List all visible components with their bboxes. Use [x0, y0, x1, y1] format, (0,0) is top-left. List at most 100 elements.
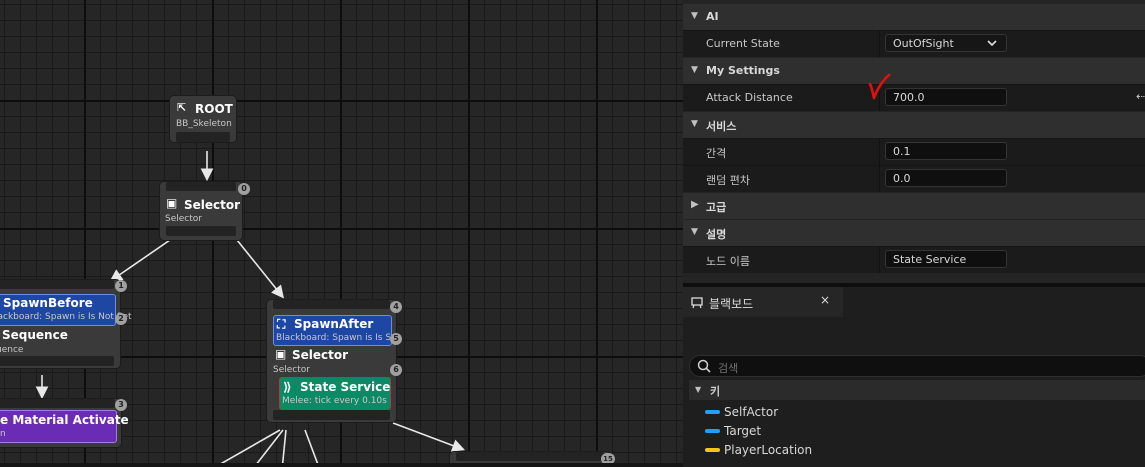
column-splitter[interactable]	[879, 247, 880, 273]
state-service[interactable]: ⟫ State Service Melee: tick every 0.10s	[279, 377, 391, 410]
key-label: PlayerLocation	[724, 443, 813, 457]
section-ai-label: AI	[706, 10, 719, 23]
interval-input[interactable]: 0.1	[885, 142, 1007, 160]
blackboard-key-target[interactable]: Target	[689, 422, 1145, 441]
spawnbefore-title: SpawnBefore	[3, 296, 93, 310]
right-branch-output-pin[interactable]	[273, 410, 390, 420]
vector-key-type-icon	[705, 448, 720, 452]
right-branch-input-pin[interactable]	[273, 300, 390, 309]
left-branch-input-pin[interactable]	[0, 280, 114, 289]
left-branch-node[interactable]: SpawnBefore lackboard: Spawn is Is Not S…	[0, 280, 132, 368]
column-splitter[interactable]	[879, 166, 880, 192]
selector-main-title: Selector	[184, 198, 241, 212]
wire-right-child-3	[281, 429, 287, 463]
wire-right-child-2	[256, 429, 284, 463]
left-branch-output-pin[interactable]	[0, 356, 114, 366]
object-key-type-icon	[705, 429, 720, 433]
column-splitter[interactable]	[879, 139, 880, 165]
prop-node-name: 노드 이름 State Service	[683, 246, 1145, 273]
details-panel: ▼ AI Current State OutOfSight ▼ My Setti…	[683, 0, 1145, 283]
spawnafter-decorator[interactable]: ⛶ SpawnAfter Blackboard: Spawn is Is Set	[273, 315, 400, 346]
state-service-subtitle: Melee: tick every 0.10s	[282, 396, 387, 406]
wire-right-child-4	[392, 422, 465, 452]
material-activate-title: e Material Activate	[0, 413, 129, 427]
wire-selector-right	[236, 239, 285, 299]
wire-right-child-5	[304, 429, 319, 463]
right-branch-node[interactable]: ⛶ SpawnAfter Blackboard: Spawn is Is Set…	[267, 300, 400, 422]
node-name-input[interactable]: State Service	[885, 250, 1007, 268]
selector-main-node[interactable]: ▣ Selector Selector	[160, 182, 242, 240]
spawnafter-order-badge: 5	[390, 333, 402, 345]
selector-main-order-badge: 0	[238, 183, 250, 195]
root-output-pin[interactable]	[176, 132, 230, 142]
collapse-arrow-icon[interactable]: ▼	[691, 65, 698, 75]
spawnafter-title: SpawnAfter	[294, 317, 374, 331]
material-activate-task[interactable]: e Material Activate n	[0, 410, 129, 443]
keys-section-header[interactable]: ▼ 키	[689, 380, 1145, 400]
spawnafter-subtitle: Blackboard: Spawn is Is Set	[276, 333, 401, 343]
section-my-settings-label: My Settings	[706, 64, 780, 77]
right-selector-subtitle: Selector	[273, 365, 310, 375]
material-activate-node[interactable]: e Material Activate n	[0, 399, 129, 447]
random-deviation-input[interactable]: 0.0	[885, 169, 1007, 187]
sequence-subtitle: uence	[0, 345, 24, 355]
material-activate-order-badge: 3	[115, 399, 127, 411]
collapse-arrow-icon[interactable]: ▼	[695, 385, 701, 394]
attack-distance-input[interactable]: 700.0	[885, 88, 1007, 106]
section-description[interactable]: ▼ 설명	[683, 220, 1145, 246]
blackboard-tab[interactable]: 블랙보드 ×	[683, 287, 843, 317]
prop-current-state: Current State OutOfSight	[683, 30, 1145, 57]
expand-arrow-icon[interactable]: ▶	[691, 199, 699, 210]
reset-arrow-icon[interactable]: ⇠	[1136, 90, 1145, 103]
section-ai[interactable]: ▼ AI	[683, 4, 1145, 30]
chevron-down-icon	[986, 37, 998, 56]
section-description-label: 설명	[706, 228, 727, 241]
spawnbefore-decorator[interactable]: SpawnBefore lackboard: Spawn is Is Not S…	[0, 294, 132, 326]
right-selector-order-badge: 6	[390, 364, 402, 376]
right-selector-title: Selector	[292, 348, 349, 362]
prop-current-state-label: Current State	[706, 37, 780, 50]
prop-interval: 간격 0.1	[683, 138, 1145, 165]
prop-attack-distance: Attack Distance 700.0 ⇠	[683, 84, 1145, 111]
section-my-settings[interactable]: ▼ My Settings	[683, 58, 1145, 84]
blackboard-key-selfactor[interactable]: SelfActor	[689, 403, 1145, 422]
selector-main-subtitle: Selector	[165, 214, 202, 224]
left-branch-order-badge: 1	[115, 280, 127, 292]
prop-random-deviation-label: 랜덤 편차	[706, 174, 750, 187]
decorator-icon: ⛶	[277, 317, 286, 331]
offscreen-node-order-badge: 15	[601, 453, 615, 463]
keys-section-label: 키	[710, 385, 721, 398]
red-checkmark-annotation	[868, 73, 891, 100]
selector-icon-2: ▣	[275, 347, 287, 361]
right-branch-order-badge: 4	[390, 301, 402, 313]
material-activate-subtitle: n	[0, 429, 6, 439]
selector-main-output-pin[interactable]	[166, 226, 236, 236]
collapse-arrow-icon[interactable]: ▼	[691, 227, 698, 237]
blackboard-search-input[interactable]: 검색	[689, 355, 1145, 377]
root-node[interactable]: ⇱ ROOT BB_Skeleton	[170, 96, 236, 142]
column-splitter[interactable]	[879, 31, 880, 57]
current-state-dropdown[interactable]: OutOfSight	[885, 34, 1007, 52]
wire-selector-left	[109, 239, 171, 282]
prop-random-deviation: 랜덤 편차 0.0	[683, 165, 1145, 192]
blackboard-tab-label: 블랙보드	[709, 297, 754, 311]
search-icon	[696, 358, 712, 374]
behavior-tree-graph[interactable]: ⇱ ROOT BB_Skeleton ▣ Selector Selector 0…	[0, 0, 683, 463]
key-label: Target	[724, 424, 762, 438]
offscreen-node[interactable]	[450, 452, 610, 463]
spawnbefore-subtitle: lackboard: Spawn is Is Not Set	[0, 312, 132, 322]
object-key-type-icon	[705, 410, 720, 414]
close-icon[interactable]: ×	[820, 293, 830, 307]
offscreen-node-input-pin[interactable]	[456, 452, 604, 461]
root-title: ROOT	[195, 102, 233, 116]
prop-interval-label: 간격	[706, 147, 727, 160]
section-service[interactable]: ▼ 서비스	[683, 112, 1145, 138]
section-advanced[interactable]: ▶ 고급	[683, 193, 1145, 219]
collapse-arrow-icon[interactable]: ▼	[691, 11, 698, 21]
selector-main-input-pin[interactable]	[166, 182, 236, 191]
selector-icon: ▣	[166, 196, 178, 210]
section-service-label: 서비스	[706, 120, 737, 133]
material-activate-input-pin[interactable]	[0, 399, 115, 408]
blackboard-key-playerlocation[interactable]: PlayerLocation	[689, 441, 1145, 460]
collapse-arrow-icon[interactable]: ▼	[691, 119, 698, 129]
